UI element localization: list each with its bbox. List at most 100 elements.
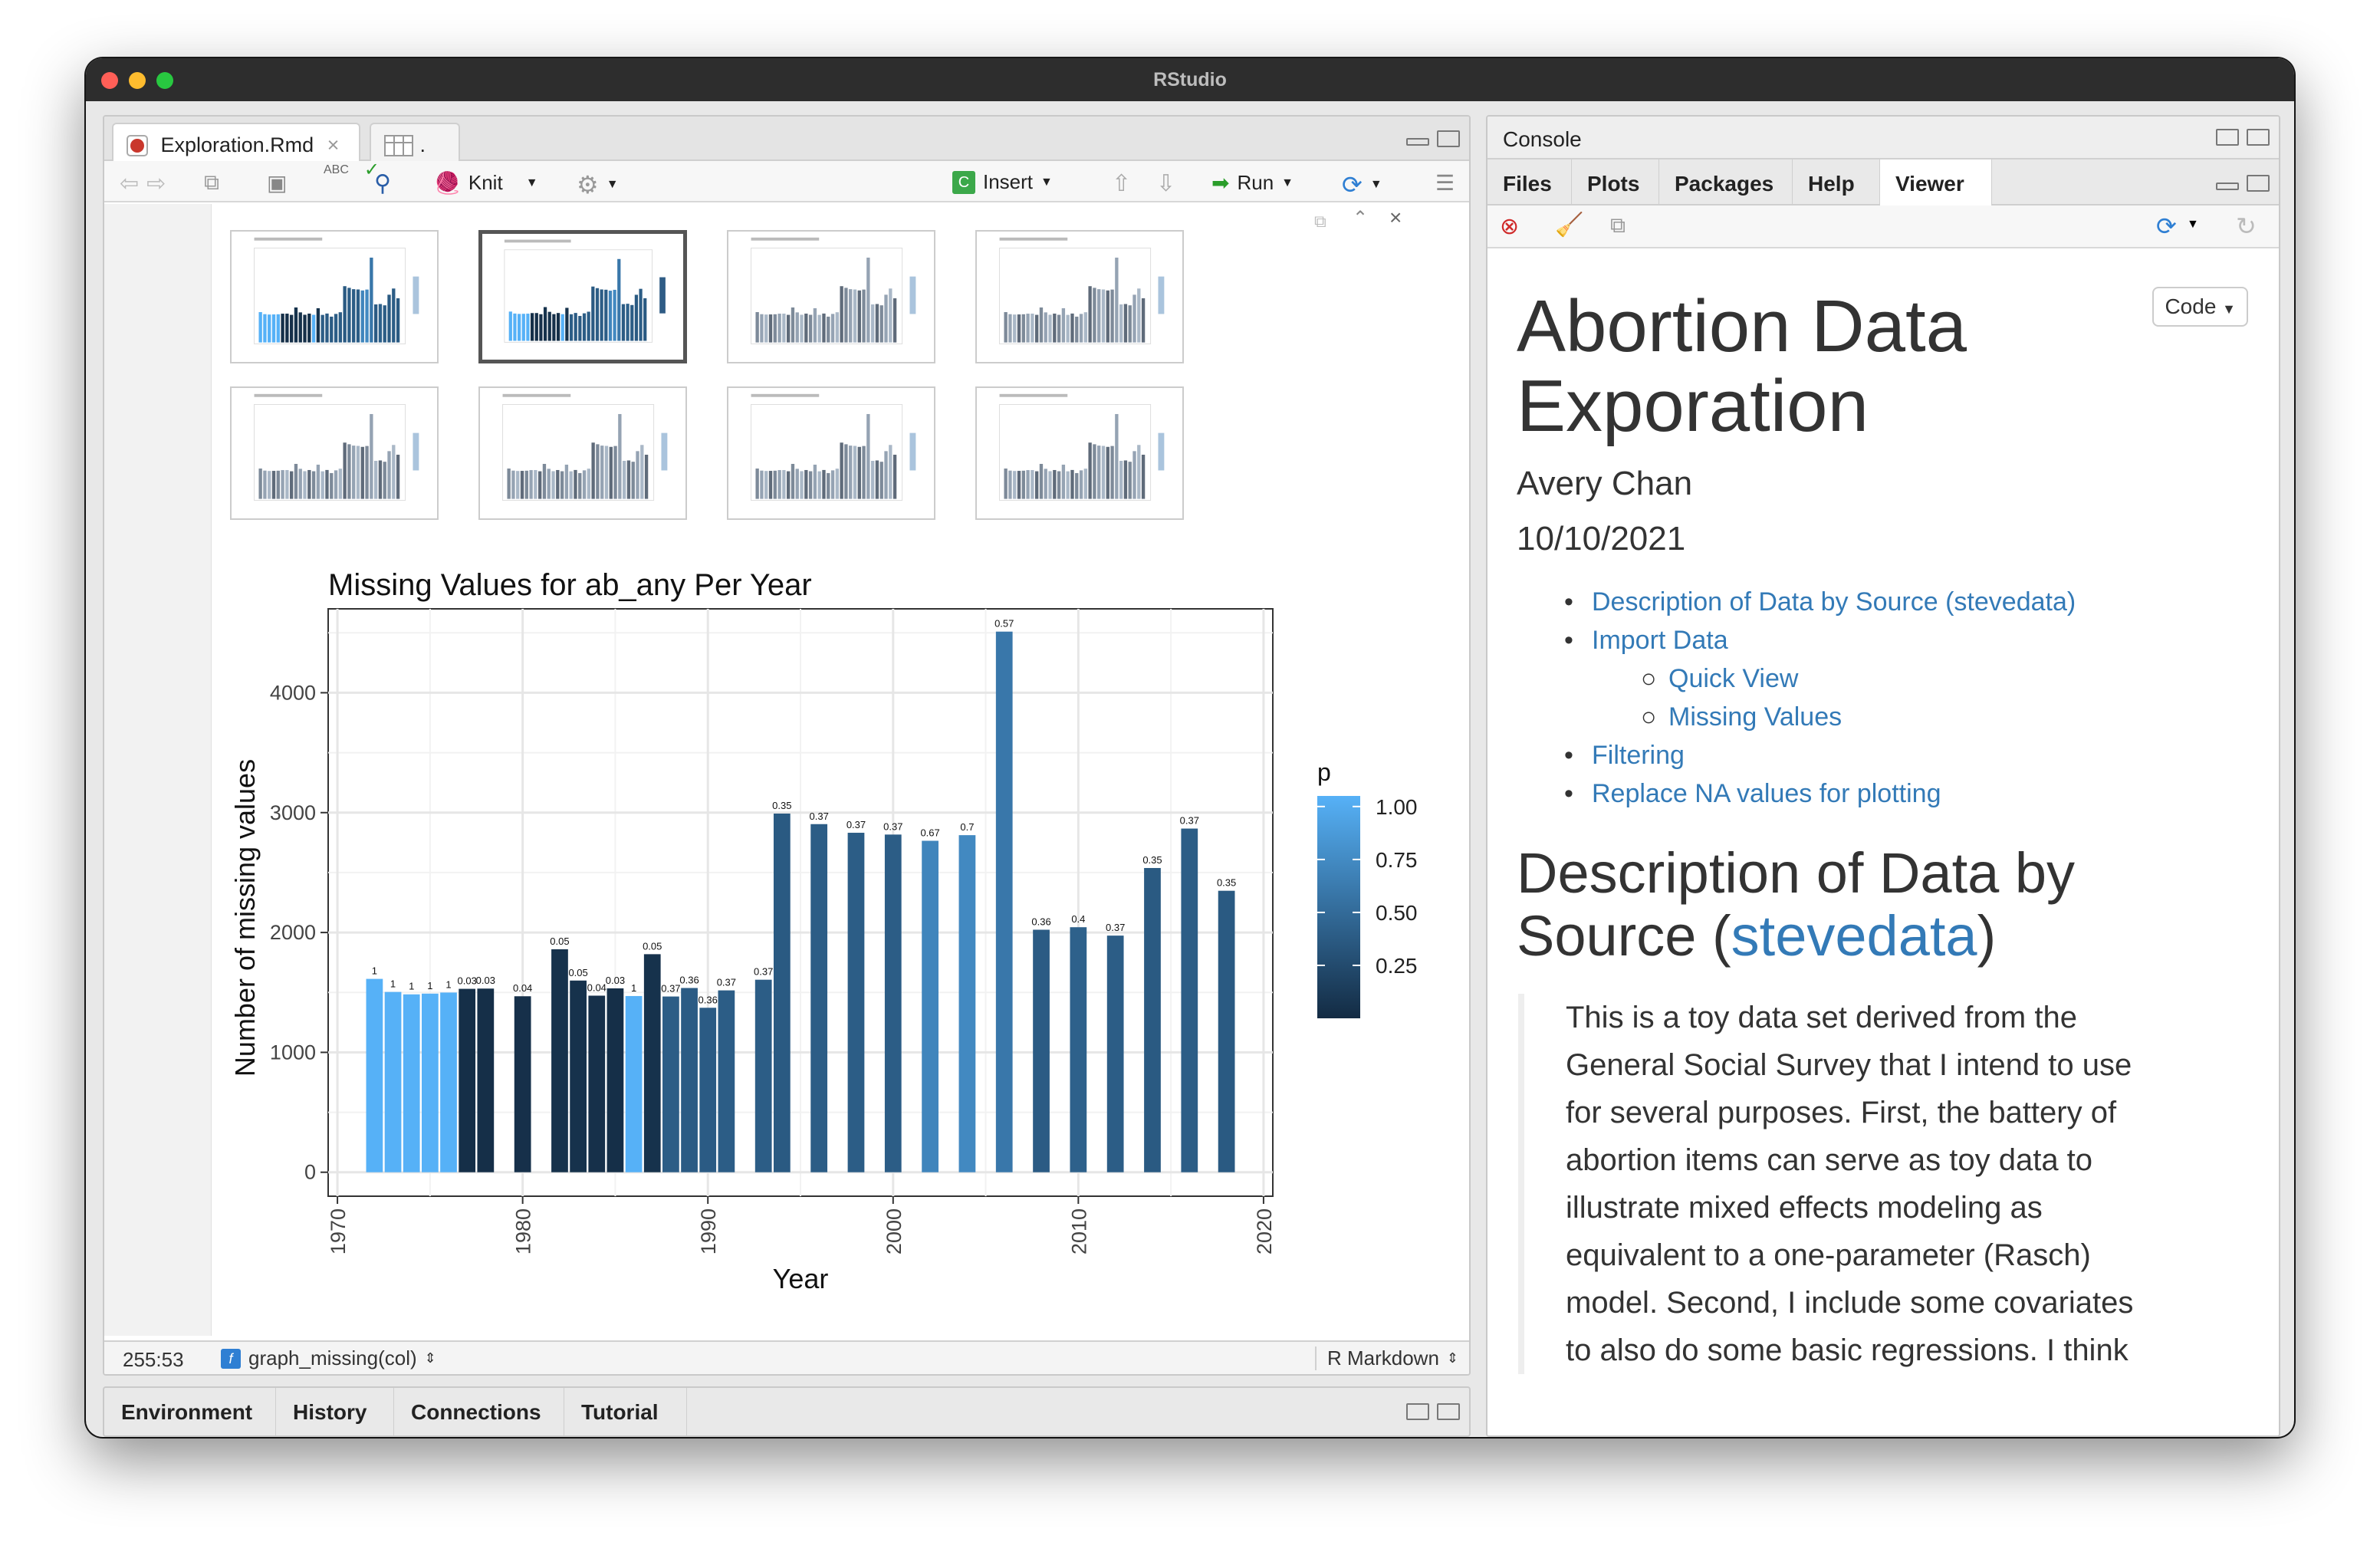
minimize-pane-icon[interactable]	[1406, 138, 1429, 146]
tab-packages[interactable]: Packages	[1659, 159, 1793, 206]
quote-line: This is a toy data set derived from the	[1566, 1001, 2077, 1034]
thumbnail-bar	[258, 469, 262, 499]
thumbnail-chart	[254, 237, 419, 345]
show-in-window-icon[interactable]: ⧉	[204, 170, 219, 196]
thumbnail-bar	[639, 288, 643, 341]
insert-chunk-button[interactable]: C Insert ▼	[952, 170, 1053, 194]
thumbnail-bar	[564, 464, 569, 499]
toc-link[interactable]: Description of Data by Source (stevedata…	[1592, 587, 2076, 617]
plot-thumbnail[interactable]	[230, 386, 439, 520]
back-arrow-icon[interactable]: ⇦	[120, 170, 139, 197]
search-icon[interactable]: ⚲	[374, 170, 391, 197]
thumbnail-bar	[1026, 314, 1030, 343]
bar-label: 1	[372, 965, 377, 977]
plot-thumbnail[interactable]	[727, 230, 935, 363]
thumbnail-bar	[870, 460, 875, 499]
toc-item[interactable]: • Filtering	[1564, 736, 2076, 774]
minimize-pane-icon[interactable]	[2216, 182, 2239, 190]
broom-icon[interactable]: 🧹	[1555, 212, 1583, 238]
maximize-pane-icon[interactable]	[1437, 1403, 1460, 1420]
thumbnail-bar	[513, 313, 517, 341]
thumbnail-bar	[813, 307, 817, 343]
toc-item[interactable]: ○ Quick View	[1564, 659, 2076, 698]
thumbnail-bar	[1115, 257, 1119, 343]
toc-link[interactable]: Missing Values	[1668, 702, 1842, 732]
thumbnail-bar	[1021, 314, 1025, 343]
thumbnail-bar	[1070, 469, 1074, 499]
clear-output-icon[interactable]: ×	[1389, 206, 1402, 230]
thumbnail-bar	[893, 455, 897, 499]
bar-label: 0.37	[1180, 815, 1199, 827]
file-type-selector[interactable]: R Markdown ⇕	[1314, 1346, 1458, 1370]
settings-menu[interactable]: ⚙ ▼	[577, 170, 619, 199]
tab-viewer[interactable]: Viewer	[1880, 159, 1992, 206]
tab-help[interactable]: Help	[1793, 159, 1880, 206]
plot-thumbnail[interactable]	[727, 386, 935, 520]
collapse-output-icon[interactable]: ⌃	[1353, 207, 1368, 229]
console-header[interactable]: Console	[1488, 117, 2279, 159]
forward-arrow-icon[interactable]: ⇨	[146, 170, 166, 197]
tab-connections[interactable]: Connections	[394, 1388, 564, 1435]
stevedata-link[interactable]: stevedata	[1731, 904, 1977, 968]
tab-environment[interactable]: Environment	[104, 1388, 276, 1435]
spellcheck-icon[interactable]: ABC ✓	[324, 161, 380, 179]
plot-thumbnail[interactable]	[230, 230, 439, 363]
thumbnail-bar	[773, 314, 777, 343]
clear-viewer-icon[interactable]: ⊗	[1500, 213, 1519, 240]
toc-item[interactable]: • Import Data	[1564, 621, 2076, 659]
expand-output-icon[interactable]: ⧉	[1314, 212, 1326, 232]
plot-thumbnail[interactable]	[975, 386, 1184, 520]
thumbnail-chart	[999, 393, 1165, 501]
thumbnail-bar	[817, 314, 821, 343]
run-button[interactable]: ➡ Run ▼	[1211, 170, 1294, 196]
restore-pane-icon[interactable]	[2216, 129, 2239, 146]
tab-exploration-rmd[interactable]: Exploration.Rmd ×	[112, 123, 360, 161]
bar	[1144, 867, 1161, 1172]
thumbnail-bar	[1123, 304, 1128, 343]
function-navigator[interactable]: f graph_missing(col) ⇕	[221, 1346, 436, 1370]
restore-pane-icon[interactable]	[1406, 1403, 1429, 1420]
tab-plots[interactable]: Plots	[1572, 159, 1659, 206]
toc-link[interactable]: Import Data	[1592, 626, 1728, 655]
refresh-icon[interactable]: ↻	[2236, 212, 2257, 241]
plot-thumbnail[interactable]	[478, 230, 687, 363]
chevron-down-icon[interactable]: ▼	[2187, 218, 2199, 232]
document-outline-icon[interactable]: ☰	[1435, 170, 1455, 196]
toc-link[interactable]: Quick View	[1668, 664, 1798, 693]
save-icon[interactable]: ▣	[267, 170, 287, 196]
show-in-window-icon[interactable]: ⧉	[1610, 213, 1626, 238]
tab-tutorial[interactable]: Tutorial	[564, 1388, 687, 1435]
legend-title: p	[1317, 758, 1331, 786]
thumbnail-bar	[1101, 446, 1106, 499]
thumbnail-bar	[524, 470, 528, 499]
tab-label: .	[419, 133, 426, 156]
toc-item[interactable]: • Description of Data by Source (stevedat…	[1564, 583, 2076, 621]
previous-chunk-icon[interactable]: ⇧	[1112, 170, 1131, 197]
tab-files[interactable]: Files	[1488, 159, 1572, 206]
publish-icon[interactable]: ⟳	[2156, 212, 2177, 241]
maximize-pane-icon[interactable]	[2247, 129, 2270, 146]
thumbnail-bar	[634, 294, 639, 341]
table-icon	[384, 135, 413, 156]
tab-untitled-data[interactable]: . ×	[370, 123, 460, 180]
next-chunk-icon[interactable]: ⇩	[1156, 170, 1175, 197]
code-toggle-button[interactable]: Code ▼	[2152, 287, 2248, 327]
publish-button[interactable]: ⟳ ▼	[1342, 170, 1382, 199]
toc-link[interactable]: Filtering	[1592, 741, 1685, 770]
updown-chevron-icon: ⇕	[424, 1350, 436, 1366]
thumbnail-bar	[365, 446, 369, 499]
bar-label: 0.36	[1031, 916, 1050, 927]
toc-item[interactable]: • Replace NA values for plotting	[1564, 774, 2076, 813]
plot-thumbnail[interactable]	[478, 386, 687, 520]
maximize-pane-icon[interactable]	[1437, 130, 1460, 147]
toc-item[interactable]: ○ Missing Values	[1564, 698, 2076, 736]
thumbnail-bar	[542, 463, 547, 499]
toc-link[interactable]: Replace NA values for plotting	[1592, 779, 1941, 808]
plot-thumbnail[interactable]	[975, 230, 1184, 363]
knit-button[interactable]: 🧶 Knit ▼	[434, 170, 538, 196]
maximize-pane-icon[interactable]	[2247, 175, 2270, 192]
thumbnail-bar	[587, 469, 591, 499]
close-tab-icon[interactable]: ×	[327, 133, 340, 156]
thumbnail-bar	[311, 314, 316, 343]
tab-history[interactable]: History	[276, 1388, 394, 1435]
